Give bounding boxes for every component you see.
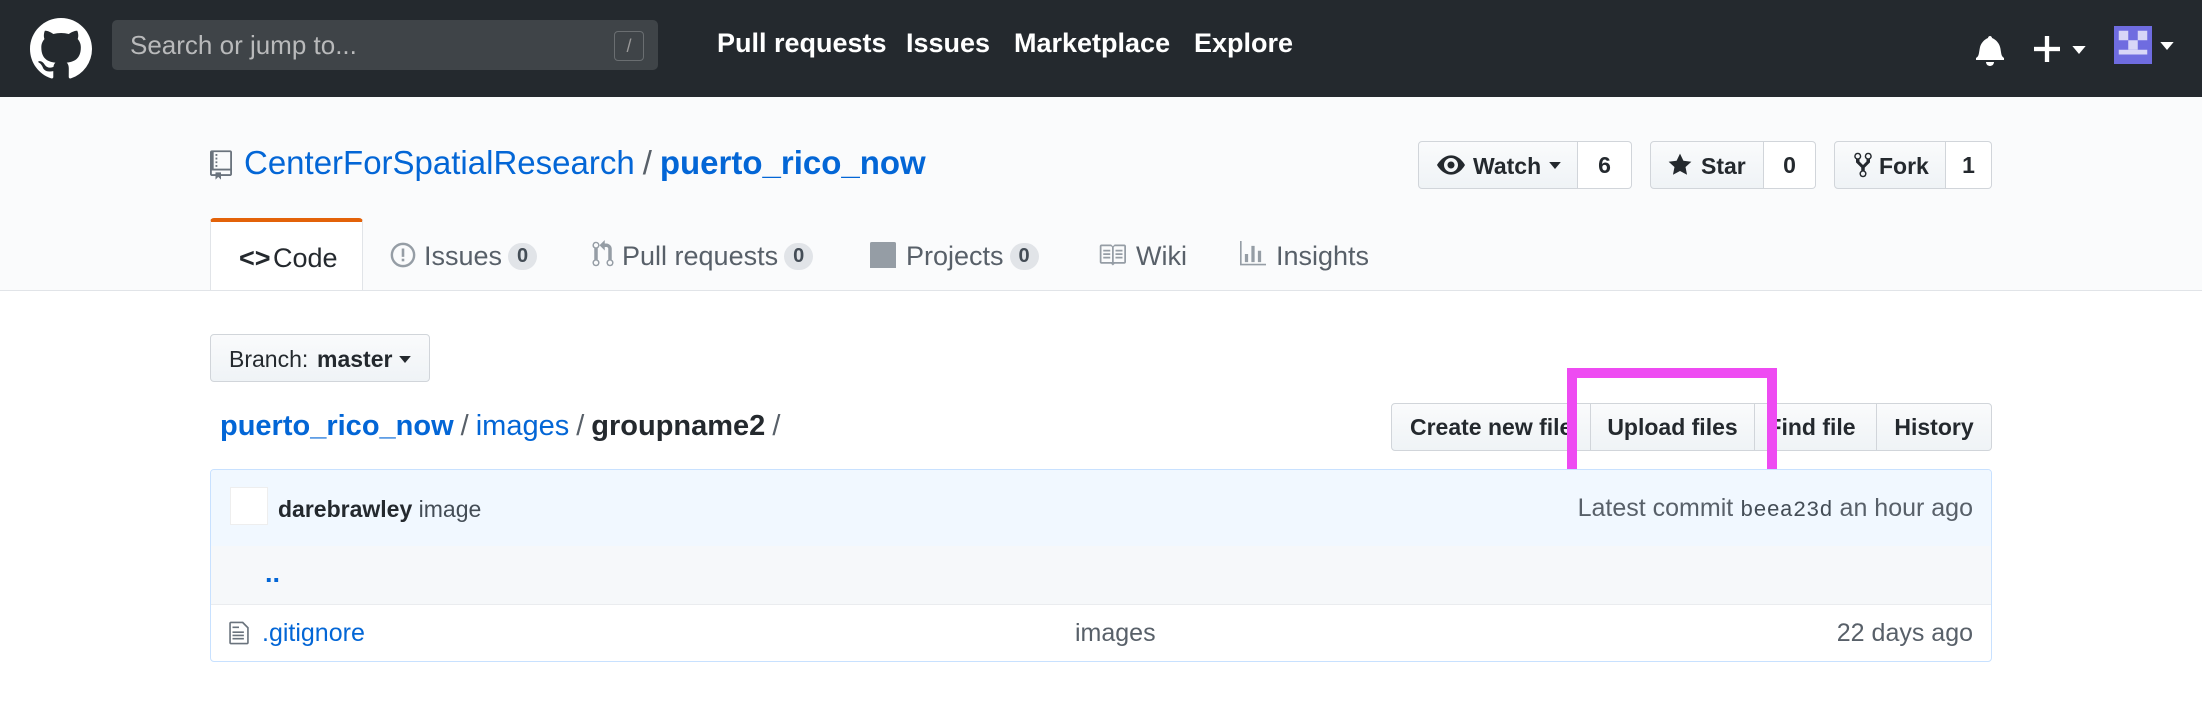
commit-bar: darebrawley image Latest commit beea23d … xyxy=(211,470,1991,547)
tab-wiki-label: Wiki xyxy=(1136,241,1187,271)
graph-icon xyxy=(1240,241,1266,266)
create-new-file-button[interactable]: Create new file xyxy=(1391,403,1591,451)
eye-icon xyxy=(1437,155,1465,175)
chevron-down-icon xyxy=(2160,42,2174,50)
watch-count[interactable]: 6 xyxy=(1578,141,1632,189)
parent-dir-row: .. xyxy=(211,546,1991,605)
global-header: / Pull requests Issues Marketplace Explo… xyxy=(0,0,2202,97)
star-icon xyxy=(1668,153,1692,175)
branch-name: master xyxy=(317,346,393,372)
file-age: 22 days ago xyxy=(1836,619,1973,647)
repo-owner-link[interactable]: CenterForSpatialResearch xyxy=(244,144,635,181)
tab-projects-count: 0 xyxy=(1009,243,1039,270)
search-box[interactable]: / xyxy=(112,20,658,70)
repo-title-separator: / xyxy=(642,144,652,181)
tab-pull-requests[interactable]: Pull requests 0 xyxy=(592,218,822,290)
breadcrumb-images-link[interactable]: images xyxy=(476,410,570,442)
nav-issues[interactable]: Issues xyxy=(906,28,990,59)
github-logo-icon[interactable] xyxy=(30,18,92,80)
nav-explore[interactable]: Explore xyxy=(1194,28,1293,59)
tab-projects-label: Projects xyxy=(906,241,1004,271)
table-row: .gitignore images 22 days ago xyxy=(211,604,1991,661)
commit-sha[interactable]: beea23d xyxy=(1740,498,1832,523)
nav-marketplace[interactable]: Marketplace xyxy=(1014,28,1170,59)
star-label: Star xyxy=(1701,153,1746,179)
breadcrumb-separator: / xyxy=(772,410,781,442)
notification-bell-icon[interactable] xyxy=(1976,34,2004,66)
find-file-label: Find file xyxy=(1767,414,1856,440)
file-table: darebrawley image Latest commit beea23d … xyxy=(210,469,1992,662)
fork-count[interactable]: 1 xyxy=(1946,141,1992,189)
git-pull-request-icon xyxy=(592,240,614,267)
breadcrumb-current: groupname2 xyxy=(591,410,766,442)
repo-name-link[interactable]: puerto_rico_now xyxy=(660,144,926,181)
avatar[interactable] xyxy=(230,487,268,525)
commit-time: an hour ago xyxy=(1839,494,1973,522)
tab-issues[interactable]: Issues 0 xyxy=(390,218,540,290)
tab-pull-requests-label: Pull requests xyxy=(622,241,779,271)
tab-code[interactable]: <> Code xyxy=(210,218,363,290)
book-icon xyxy=(1099,244,1126,266)
chevron-down-icon xyxy=(1549,162,1561,169)
commit-author[interactable]: darebrawley xyxy=(278,496,412,522)
file-icon xyxy=(229,621,249,645)
repo-title: CenterForSpatialResearch / puerto_rico_now xyxy=(244,144,926,182)
create-new-menu[interactable] xyxy=(2034,33,2088,65)
breadcrumb: puerto_rico_now / images / groupname2/ xyxy=(220,410,787,443)
breadcrumb-root-link[interactable]: puerto_rico_now xyxy=(220,410,454,442)
issue-opened-icon xyxy=(390,242,416,268)
search-shortcut-hint: / xyxy=(614,31,644,61)
branch-prefix: Branch: xyxy=(229,346,309,372)
star-button[interactable]: Star xyxy=(1650,141,1764,189)
star-count[interactable]: 0 xyxy=(1764,141,1816,189)
file-name-link[interactable]: .gitignore xyxy=(262,619,365,648)
plus-icon xyxy=(2034,36,2060,62)
chevron-down-icon xyxy=(399,356,411,363)
breadcrumb-separator: / xyxy=(460,410,469,442)
latest-commit-label: Latest commit xyxy=(1577,494,1734,522)
project-icon xyxy=(870,242,896,268)
watch-label: Watch xyxy=(1473,153,1542,179)
file-commit-message[interactable]: images xyxy=(1075,619,1156,648)
nav-pull-requests[interactable]: Pull requests xyxy=(717,28,887,59)
branch-select[interactable]: Branch: master xyxy=(210,334,430,382)
history-button[interactable]: History xyxy=(1876,403,1992,451)
avatar xyxy=(2114,26,2152,64)
fork-icon xyxy=(1854,152,1872,178)
fork-label: Fork xyxy=(1879,153,1929,179)
user-menu[interactable] xyxy=(2114,26,2174,66)
watch-button[interactable]: Watch xyxy=(1418,141,1578,189)
repo-book-icon xyxy=(210,150,232,180)
breadcrumb-separator: / xyxy=(576,410,585,442)
commit-message[interactable]: image xyxy=(419,496,482,522)
parent-dir-link[interactable]: .. xyxy=(265,558,280,589)
search-input[interactable] xyxy=(130,20,610,70)
tab-code-label: Code xyxy=(273,243,338,273)
code-icon: <> xyxy=(239,243,271,273)
tab-projects[interactable]: Projects 0 xyxy=(870,218,1050,290)
tab-issues-label: Issues xyxy=(424,241,503,271)
highlight-annotation xyxy=(1567,368,1777,482)
fork-button[interactable]: Fork xyxy=(1834,141,1946,189)
tab-pull-requests-count: 0 xyxy=(784,243,814,270)
tab-insights-label: Insights xyxy=(1276,241,1370,271)
chevron-down-icon xyxy=(2072,46,2086,54)
tab-wiki[interactable]: Wiki xyxy=(1098,218,1198,290)
tab-issues-count: 0 xyxy=(508,243,538,270)
tab-insights[interactable]: Insights xyxy=(1240,218,1380,290)
